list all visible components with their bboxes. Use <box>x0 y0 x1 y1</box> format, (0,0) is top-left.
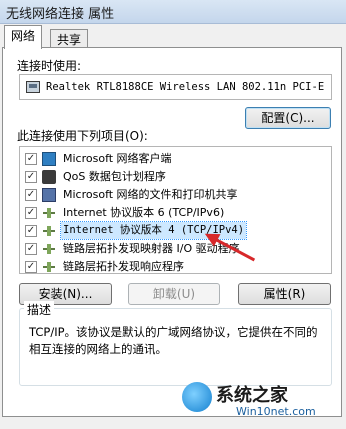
list-item-lltd-responder[interactable]: ✓ 链路层拓扑发现响应程序 <box>21 258 330 276</box>
list-item-label: Microsoft 网络客户端 <box>63 152 172 165</box>
file-share-icon <box>42 188 56 202</box>
tab-network[interactable]: 网络 <box>4 25 43 49</box>
watermark-logo-icon <box>182 382 212 412</box>
uninstall-button[interactable]: 卸载(U) <box>128 283 220 305</box>
list-item-qos[interactable]: ✓ QoS 数据包计划程序 <box>21 168 330 186</box>
list-item-label: 链路层拓扑发现响应程序 <box>63 260 184 273</box>
qos-icon <box>42 170 56 184</box>
list-item-lltd-mapper[interactable]: ✓ 链路层拓扑发现映射器 I/O 驱动程序 <box>21 240 330 258</box>
properties-button[interactable]: 属性(R) <box>238 283 331 305</box>
adapter-name-field: Realtek RTL8188CE Wireless LAN 802.11n P… <box>19 74 332 100</box>
list-item-label: Microsoft 网络的文件和打印机共享 <box>63 188 238 201</box>
protocol-icon <box>43 208 55 218</box>
protocol-icon <box>43 226 55 236</box>
title-bar: 无线网络连接 属性 <box>0 0 346 24</box>
protocol-icon <box>43 262 55 272</box>
description-text: TCP/IP。该协议是默认的广域网络协议，它提供在不同的相互连接的网络上的通讯。 <box>29 325 318 356</box>
list-item-ipv4[interactable]: ✓ Internet 协议版本 4 (TCP/IPv4) <box>21 221 330 240</box>
network-adapter-icon <box>26 81 40 93</box>
checkbox[interactable]: ✓ <box>25 171 37 183</box>
list-item-label: QoS 数据包计划程序 <box>63 170 166 183</box>
checkbox[interactable]: ✓ <box>25 243 37 255</box>
list-item-label: Internet 协议版本 6 (TCP/IPv6) <box>63 206 225 219</box>
watermark-url: Win10net.com <box>236 405 316 418</box>
adapter-name: Realtek RTL8188CE Wireless LAN 802.11n P… <box>46 81 332 93</box>
checkbox[interactable]: ✓ <box>25 207 37 219</box>
checkbox[interactable]: ✓ <box>25 189 37 201</box>
description-legend: 描述 <box>24 301 55 318</box>
list-item-ipv6[interactable]: ✓ Internet 协议版本 6 (TCP/IPv6) <box>21 204 330 222</box>
checkbox[interactable]: ✓ <box>25 225 37 237</box>
window-title: 无线网络连接 属性 <box>6 7 115 22</box>
protocol-icon <box>43 244 55 254</box>
items-label: 此连接使用下列项目(O): <box>17 129 148 143</box>
configure-button[interactable]: 配置(C)... <box>245 107 331 129</box>
checkbox[interactable]: ✓ <box>25 261 37 273</box>
list-item-network-client[interactable]: ✓ Microsoft 网络客户端 <box>21 150 330 168</box>
connection-items-list: ✓ Microsoft 网络客户端 ✓ QoS 数据包计划程序 ✓ Micros… <box>19 146 332 274</box>
list-item-file-share[interactable]: ✓ Microsoft 网络的文件和打印机共享 <box>21 186 330 204</box>
connect-using-label: 连接时使用: <box>17 59 82 73</box>
checkbox[interactable]: ✓ <box>25 153 37 165</box>
network-client-icon <box>42 152 56 166</box>
watermark-title: 系统之家 <box>216 385 288 406</box>
